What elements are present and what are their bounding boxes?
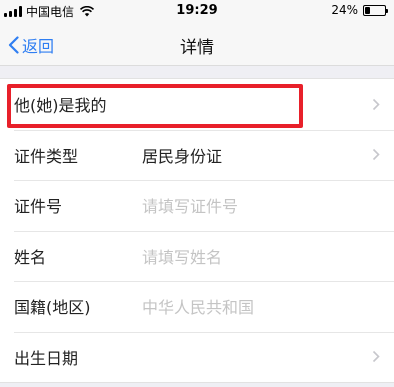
chevron-right-icon [372,149,380,161]
form-row-nationality[interactable]: 国籍(地区) 中华人民共和国 [0,281,394,332]
page-title: 详情 [180,38,214,58]
form-row-relationship[interactable]: 他(她)是我的 [0,79,394,130]
row-label: 国籍(地区) [14,298,91,318]
row-label: 证件类型 [14,146,79,166]
row-input-placeholder[interactable]: 中华人民共和国 [142,294,254,318]
status-right: 24% [331,3,388,17]
row-label: 证件号 [14,197,63,217]
chevron-right-icon [372,351,380,363]
battery-percent: 24% [331,3,358,17]
row-input-placeholder[interactable]: 请填写证件号 [142,193,238,217]
form-row-id-number[interactable]: 证件号 请填写证件号 [0,180,394,231]
row-value: 居民身份证 [142,146,223,166]
form-row-id-type[interactable]: 证件类型 居民身份证 [0,129,394,181]
row-label: 出生日期 [14,348,79,368]
navigation-bar: 返回 详情 [0,22,394,66]
form-row-birth-date[interactable]: 出生日期 [0,331,394,383]
form-row-name[interactable]: 姓名 请填写姓名 [0,230,394,282]
row-label: 姓名 [14,247,47,267]
battery-fill [365,6,370,14]
row-label: 他(她)是我的 [14,96,107,116]
chevron-right-icon [372,98,380,110]
row-input-placeholder[interactable]: 请填写姓名 [142,244,222,268]
detail-form-list: 他(她)是我的 证件类型 居民身份证证件号 请填写证件号姓名 请填写姓名国籍(地区) 中华… [0,78,394,383]
status-bar: 中国电信 19:29 24% [0,0,394,22]
battery-icon [363,4,388,16]
